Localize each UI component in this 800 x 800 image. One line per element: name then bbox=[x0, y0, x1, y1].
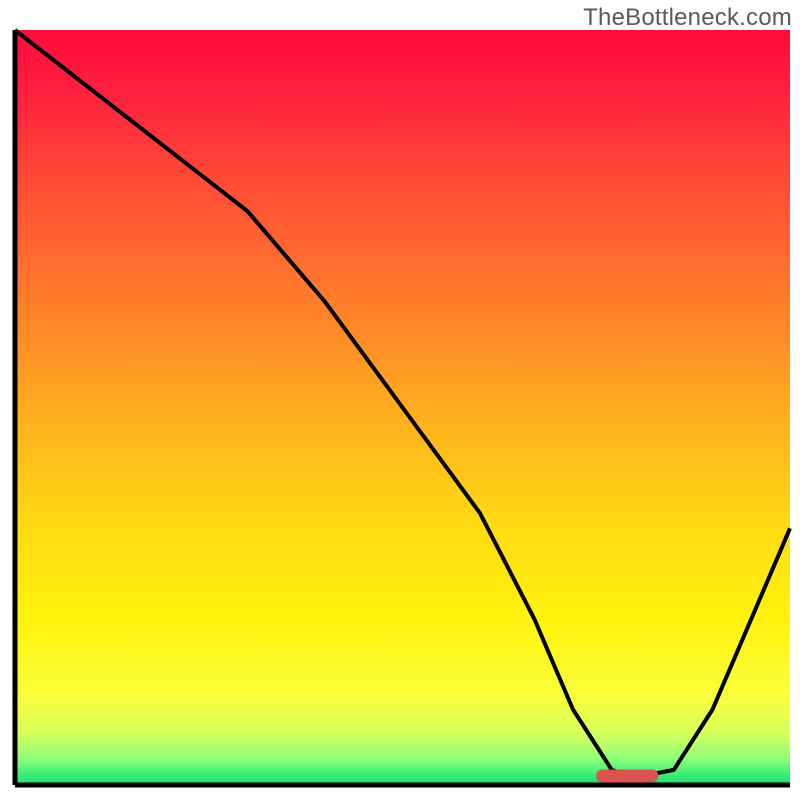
watermark-text: TheBottleneck.com bbox=[583, 4, 792, 32]
optimal-range-marker bbox=[596, 769, 658, 782]
chart-svg bbox=[0, 0, 800, 800]
bottleneck-chart: TheBottleneck.com bbox=[0, 0, 800, 800]
